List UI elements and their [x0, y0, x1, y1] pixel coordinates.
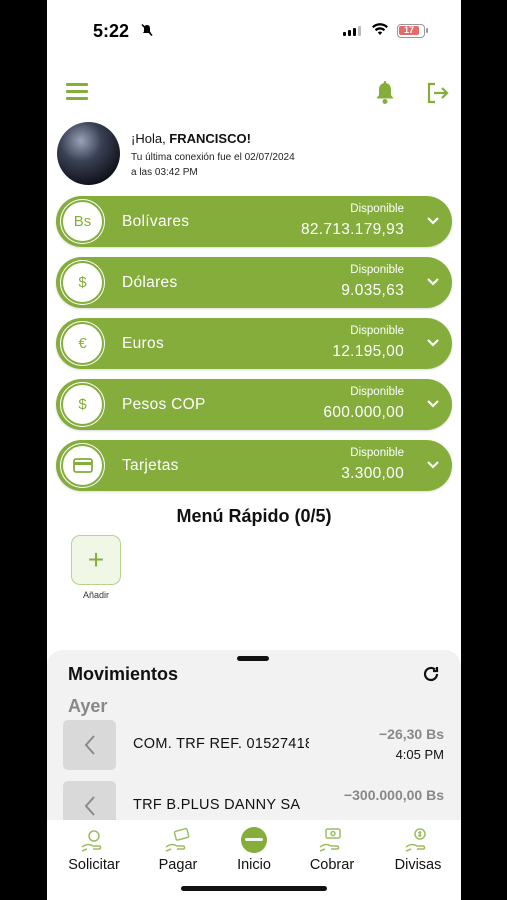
signal-icon — [343, 26, 361, 36]
tab-label: Solicitar — [68, 857, 120, 873]
tab-label: Cobrar — [309, 857, 355, 873]
account-name: Dólares — [122, 274, 178, 291]
bell-icon[interactable] — [374, 81, 396, 110]
menu-icon[interactable] — [66, 83, 88, 101]
currency-icon — [383, 826, 453, 854]
user-name: FRANCISCO! — [169, 131, 251, 146]
bottom-tab-bar: Solicitar Pagar Inicio Cobrar Divisas — [47, 820, 461, 900]
account-balance: 12.195,00 — [332, 343, 404, 360]
account-balance: 3.300,00 — [341, 465, 404, 482]
request-icon — [59, 826, 129, 854]
available-label: Disponible — [350, 264, 404, 276]
movement-description: TRF B.PLUS DANNY SA — [133, 797, 301, 813]
avatar[interactable] — [57, 122, 120, 185]
movement-amount: −26,30 Bs — [379, 726, 444, 742]
sheet-drag-handle[interactable] — [237, 656, 269, 661]
mute-icon — [140, 23, 154, 40]
refresh-icon[interactable] — [421, 664, 441, 689]
app-screen: 5:22 17 ¡Hola, FRANCISCO! Tu última cone… — [47, 0, 461, 900]
battery-icon: 17 — [397, 24, 428, 38]
plus-icon: + — [87, 544, 105, 575]
account-dolares[interactable]: $ Dólares Disponible 9.035,63 — [56, 257, 452, 308]
movement-item[interactable]: COM. TRF REF. 015274182 −26,30 Bs 4:05 P… — [63, 720, 453, 770]
movement-type-icon[interactable] — [63, 720, 116, 770]
greeting-block: ¡Hola, FRANCISCO! Tu última conexión fue… — [57, 122, 457, 188]
account-name: Euros — [122, 335, 164, 352]
euro-icon: € — [61, 322, 104, 365]
account-pesos-cop[interactable]: $ Pesos COP Disponible 600.000,00 — [56, 379, 452, 430]
account-tarjetas[interactable]: Tarjetas Disponible 3.300,00 — [56, 440, 452, 491]
account-balance: 600.000,00 — [323, 404, 404, 421]
status-bar: 5:22 17 — [47, 0, 461, 62]
account-name: Tarjetas — [122, 457, 179, 474]
dollar-icon: $ — [61, 261, 104, 304]
available-label: Disponible — [350, 325, 404, 337]
tab-label: Divisas — [394, 857, 442, 873]
collect-icon — [297, 826, 367, 854]
greeting-text: ¡Hola, FRANCISCO! — [131, 131, 251, 146]
tab-label: Inicio — [237, 857, 271, 873]
movements-title: Movimientos — [68, 664, 179, 684]
last-login-time: a las 03:42 PM — [131, 167, 198, 178]
available-label: Disponible — [350, 203, 404, 215]
account-euros[interactable]: € Euros Disponible 12.195,00 — [56, 318, 452, 369]
last-login: Tu última conexión fue el 02/07/2024 a l… — [131, 150, 295, 180]
tab-inicio[interactable]: Inicio — [219, 826, 289, 873]
tab-divisas[interactable]: Divisas — [383, 826, 453, 873]
accounts-list: Bs Bolívares Disponible 82.713.179,93 $ … — [56, 196, 452, 501]
movement-description: COM. TRF REF. 015274182 — [133, 736, 309, 752]
tab-cobrar[interactable]: Cobrar — [297, 826, 367, 873]
status-time: 5:22 — [93, 21, 130, 41]
chevron-down-icon[interactable] — [426, 395, 440, 418]
account-balance: 9.035,63 — [341, 282, 404, 299]
top-bar — [47, 78, 461, 108]
battery-level: 17 — [399, 26, 419, 35]
add-shortcut-button[interactable]: + — [71, 535, 121, 585]
chevron-down-icon[interactable] — [426, 456, 440, 479]
tab-solicitar[interactable]: Solicitar — [59, 826, 129, 873]
bolivares-icon: Bs — [61, 200, 104, 243]
account-name: Bolívares — [122, 213, 190, 230]
available-label: Disponible — [350, 447, 404, 459]
chevron-down-icon[interactable] — [426, 212, 440, 235]
pay-icon — [143, 826, 213, 854]
card-icon — [61, 444, 104, 487]
movement-time: 4:05 PM — [395, 747, 444, 762]
chevron-down-icon[interactable] — [426, 334, 440, 357]
chevron-down-icon[interactable] — [426, 273, 440, 296]
greeting-prefix: ¡Hola, — [131, 131, 170, 146]
peso-icon: $ — [61, 383, 104, 426]
account-balance: 82.713.179,93 — [300, 221, 404, 238]
tab-label: Pagar — [158, 857, 198, 873]
add-shortcut-label: Añadir — [82, 590, 109, 600]
tab-pagar[interactable]: Pagar — [143, 826, 213, 873]
home-indicator[interactable] — [181, 886, 327, 891]
movement-amount: −300.000,00 Bs — [343, 787, 444, 803]
account-bolivares[interactable]: Bs Bolívares Disponible 82.713.179,93 — [56, 196, 452, 247]
wifi-icon — [371, 22, 389, 41]
quick-menu-title: Menú Rápido (0/5) — [176, 506, 332, 526]
available-label: Disponible — [350, 386, 404, 398]
logout-icon[interactable] — [425, 81, 449, 110]
last-login-date: Tu última conexión fue el 02/07/2024 — [131, 152, 295, 163]
movements-group-label: Ayer — [68, 696, 108, 716]
account-name: Pesos COP — [122, 396, 206, 413]
home-logo-icon — [219, 826, 289, 854]
